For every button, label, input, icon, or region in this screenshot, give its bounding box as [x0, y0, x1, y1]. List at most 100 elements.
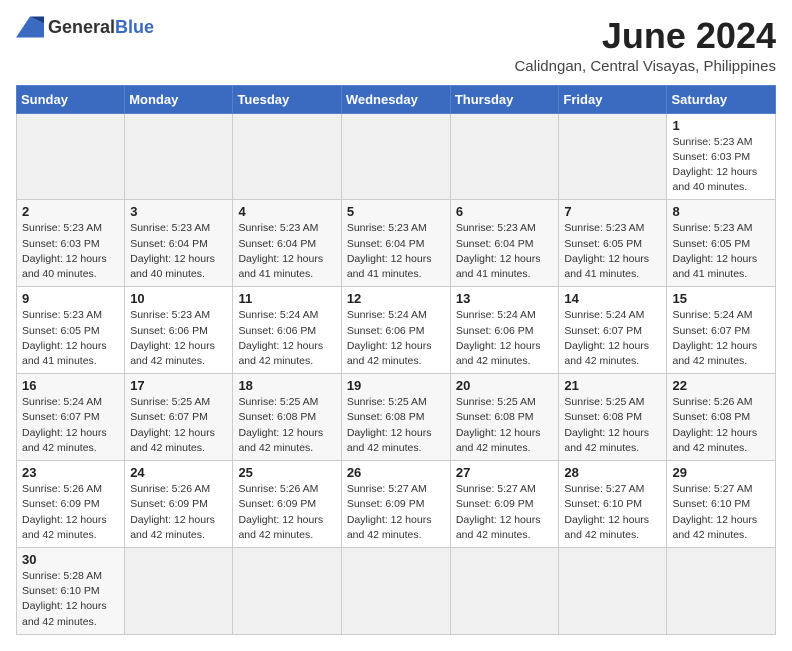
day-number: 29	[672, 465, 770, 480]
day-number: 20	[456, 378, 554, 393]
logo-general: General	[48, 17, 115, 37]
table-row: 3Sunrise: 5:23 AMSunset: 6:04 PMDaylight…	[125, 200, 233, 287]
table-row: 15 Sunrise: 5:24 AMSunset: 6:07 PMDayligh…	[667, 287, 776, 374]
page-container: GeneralBlue June 2024 Calidngan, Central…	[16, 16, 776, 635]
day-number: 25	[238, 465, 335, 480]
weekday-header-row: Sunday Monday Tuesday Wednesday Thursday…	[17, 85, 776, 113]
table-row	[341, 113, 450, 200]
day-info: Sunrise: 5:27 AMSunset: 6:09 PMDaylight:…	[456, 482, 554, 543]
day-info: Sunrise: 5:27 AMSunset: 6:10 PMDaylight:…	[672, 482, 770, 543]
day-number: 5	[347, 204, 445, 219]
day-info: Sunrise: 5:25 AMSunset: 6:08 PMDaylight:…	[347, 395, 445, 456]
table-row: 29 Sunrise: 5:27 AMSunset: 6:10 PMDayligh…	[667, 461, 776, 548]
header-friday: Friday	[559, 85, 667, 113]
calendar-week-row: 9 Sunrise: 5:23 AMSunset: 6:05 PMDaylight…	[17, 287, 776, 374]
table-row	[559, 547, 667, 634]
day-number: 17	[130, 378, 227, 393]
table-row: 8 Sunrise: 5:23 AMSunset: 6:05 PMDaylight…	[667, 200, 776, 287]
table-row	[341, 547, 450, 634]
day-info: Sunrise: 5:28 AMSunset: 6:10 PMDaylight:…	[22, 569, 119, 630]
table-row: 19 Sunrise: 5:25 AMSunset: 6:08 PMDayligh…	[341, 374, 450, 461]
logo-text: GeneralBlue	[48, 17, 154, 38]
table-row	[125, 547, 233, 634]
table-row: 12Sunrise: 5:24 AMSunset: 6:06 PMDayligh…	[341, 287, 450, 374]
table-row	[17, 113, 125, 200]
table-row: 13 Sunrise: 5:24 AMSunset: 6:06 PMDayligh…	[450, 287, 559, 374]
day-number: 11	[238, 291, 335, 306]
day-info: Sunrise: 5:26 AMSunset: 6:09 PMDaylight:…	[130, 482, 227, 543]
day-info: Sunrise: 5:24 AMSunset: 6:07 PMDaylight:…	[22, 395, 119, 456]
table-row: 10Sunrise: 5:23 AMSunset: 6:06 PMDayligh…	[125, 287, 233, 374]
day-number: 10	[130, 291, 227, 306]
location-subtitle: Calidngan, Central Visayas, Philippines	[514, 58, 776, 75]
calendar-table: Sunday Monday Tuesday Wednesday Thursday…	[16, 85, 776, 635]
day-info: Sunrise: 5:23 AMSunset: 6:05 PMDaylight:…	[672, 221, 770, 282]
table-row: 11 Sunrise: 5:24 AMSunset: 6:06 PMDayligh…	[233, 287, 341, 374]
day-info: Sunrise: 5:26 AMSunset: 6:09 PMDaylight:…	[22, 482, 119, 543]
calendar-week-row: 2Sunrise: 5:23 AMSunset: 6:03 PMDaylight…	[17, 200, 776, 287]
table-row	[233, 547, 341, 634]
generalblue-logo-icon	[16, 16, 44, 38]
day-number: 13	[456, 291, 554, 306]
table-row: 20 Sunrise: 5:25 AMSunset: 6:08 PMDayligh…	[450, 374, 559, 461]
table-row: 17Sunrise: 5:25 AMSunset: 6:07 PMDayligh…	[125, 374, 233, 461]
day-number: 21	[564, 378, 661, 393]
day-info: Sunrise: 5:26 AMSunset: 6:09 PMDaylight:…	[238, 482, 335, 543]
table-row	[667, 547, 776, 634]
table-row	[559, 113, 667, 200]
day-number: 4	[238, 204, 335, 219]
table-row	[233, 113, 341, 200]
table-row: 7Sunrise: 5:23 AMSunset: 6:05 PMDaylight…	[559, 200, 667, 287]
day-info: Sunrise: 5:25 AMSunset: 6:08 PMDaylight:…	[456, 395, 554, 456]
day-info: Sunrise: 5:23 AMSunset: 6:04 PMDaylight:…	[238, 221, 335, 282]
day-number: 8	[672, 204, 770, 219]
day-number: 19	[347, 378, 445, 393]
table-row: 14Sunrise: 5:24 AMSunset: 6:07 PMDayligh…	[559, 287, 667, 374]
header: GeneralBlue June 2024 Calidngan, Central…	[16, 16, 776, 75]
day-number: 24	[130, 465, 227, 480]
day-number: 6	[456, 204, 554, 219]
day-info: Sunrise: 5:25 AMSunset: 6:08 PMDaylight:…	[238, 395, 335, 456]
logo: GeneralBlue	[16, 16, 154, 38]
table-row: 24 Sunrise: 5:26 AMSunset: 6:09 PMDayligh…	[125, 461, 233, 548]
table-row: 23 Sunrise: 5:26 AMSunset: 6:09 PMDayligh…	[17, 461, 125, 548]
table-row: 30 Sunrise: 5:28 AMSunset: 6:10 PMDayligh…	[17, 547, 125, 634]
day-number: 18	[238, 378, 335, 393]
day-info: Sunrise: 5:24 AMSunset: 6:06 PMDaylight:…	[456, 308, 554, 369]
table-row	[450, 113, 559, 200]
day-info: Sunrise: 5:24 AMSunset: 6:06 PMDaylight:…	[238, 308, 335, 369]
table-row: 2Sunrise: 5:23 AMSunset: 6:03 PMDaylight…	[17, 200, 125, 287]
table-row: 28Sunrise: 5:27 AMSunset: 6:10 PMDayligh…	[559, 461, 667, 548]
month-year-title: June 2024	[514, 16, 776, 56]
table-row: 6 Sunrise: 5:23 AMSunset: 6:04 PMDaylight…	[450, 200, 559, 287]
day-info: Sunrise: 5:27 AMSunset: 6:09 PMDaylight:…	[347, 482, 445, 543]
title-section: June 2024 Calidngan, Central Visayas, Ph…	[514, 16, 776, 75]
day-number: 26	[347, 465, 445, 480]
table-row: 5 Sunrise: 5:23 AMSunset: 6:04 PMDaylight…	[341, 200, 450, 287]
table-row	[125, 113, 233, 200]
day-number: 9	[22, 291, 119, 306]
header-tuesday: Tuesday	[233, 85, 341, 113]
day-number: 30	[22, 552, 119, 567]
day-info: Sunrise: 5:23 AMSunset: 6:05 PMDaylight:…	[564, 221, 661, 282]
day-number: 3	[130, 204, 227, 219]
table-row: 4 Sunrise: 5:23 AMSunset: 6:04 PMDaylight…	[233, 200, 341, 287]
table-row: 25 Sunrise: 5:26 AMSunset: 6:09 PMDayligh…	[233, 461, 341, 548]
day-info: Sunrise: 5:23 AMSunset: 6:04 PMDaylight:…	[347, 221, 445, 282]
day-number: 28	[564, 465, 661, 480]
calendar-week-row: 23 Sunrise: 5:26 AMSunset: 6:09 PMDayligh…	[17, 461, 776, 548]
day-info: Sunrise: 5:23 AMSunset: 6:03 PMDaylight:…	[22, 221, 119, 282]
day-info: Sunrise: 5:24 AMSunset: 6:07 PMDaylight:…	[672, 308, 770, 369]
day-info: Sunrise: 5:23 AMSunset: 6:03 PMDaylight:…	[672, 135, 770, 196]
header-thursday: Thursday	[450, 85, 559, 113]
day-number: 15	[672, 291, 770, 306]
day-number: 23	[22, 465, 119, 480]
calendar-week-row: 16Sunrise: 5:24 AMSunset: 6:07 PMDayligh…	[17, 374, 776, 461]
day-info: Sunrise: 5:24 AMSunset: 6:06 PMDaylight:…	[347, 308, 445, 369]
day-info: Sunrise: 5:23 AMSunset: 6:04 PMDaylight:…	[456, 221, 554, 282]
day-info: Sunrise: 5:23 AMSunset: 6:05 PMDaylight:…	[22, 308, 119, 369]
table-row: 18 Sunrise: 5:25 AMSunset: 6:08 PMDayligh…	[233, 374, 341, 461]
table-row: 27Sunrise: 5:27 AMSunset: 6:09 PMDayligh…	[450, 461, 559, 548]
day-number: 14	[564, 291, 661, 306]
header-monday: Monday	[125, 85, 233, 113]
